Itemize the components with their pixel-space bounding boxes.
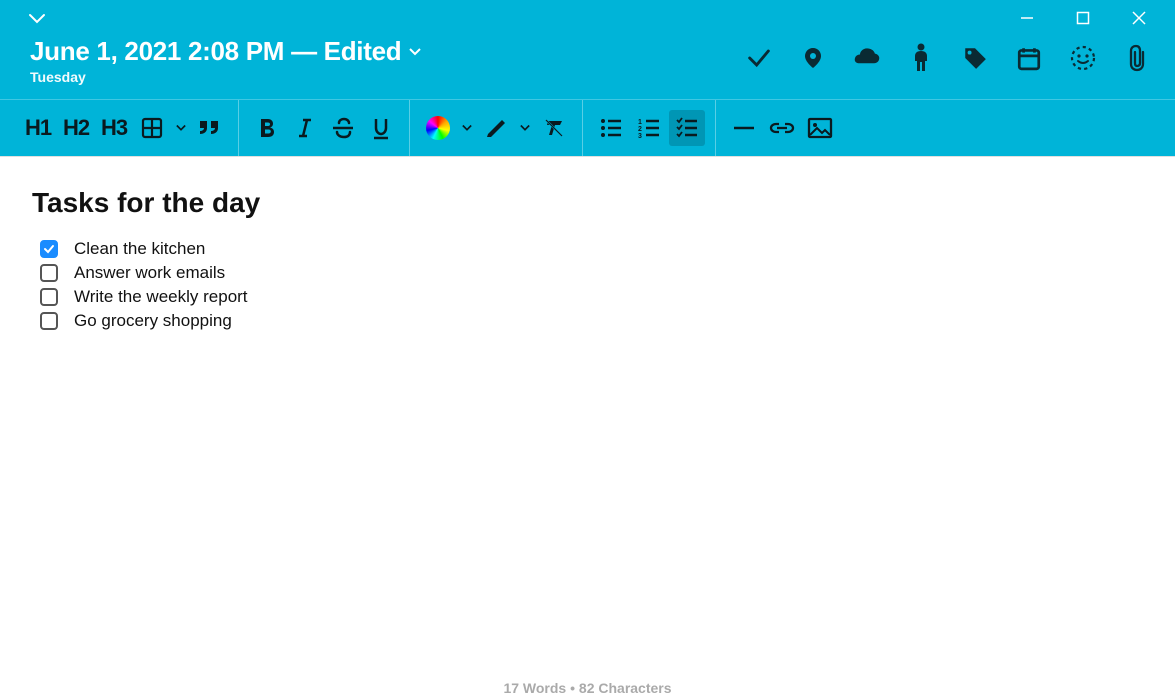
title-bar xyxy=(0,0,1175,36)
todo-item: Write the weekly report xyxy=(40,287,1143,307)
link-button[interactable] xyxy=(764,110,800,146)
todo-label: Go grocery shopping xyxy=(74,311,232,331)
maximize-button[interactable] xyxy=(1069,4,1097,32)
underline-button[interactable] xyxy=(363,110,399,146)
svg-text:2: 2 xyxy=(638,126,642,133)
todo-item: Answer work emails xyxy=(40,263,1143,283)
cloud-icon[interactable] xyxy=(853,44,881,72)
todo-label: Write the weekly report xyxy=(74,287,248,307)
horizontal-rule-button[interactable] xyxy=(726,110,762,146)
document-heading: Tasks for the day xyxy=(32,187,1143,219)
attachment-icon[interactable] xyxy=(1123,44,1151,72)
todo-checkbox[interactable] xyxy=(40,264,58,282)
image-button[interactable] xyxy=(802,110,838,146)
calendar-icon[interactable] xyxy=(1015,44,1043,72)
location-icon[interactable] xyxy=(799,44,827,72)
svg-text:1: 1 xyxy=(638,119,642,126)
quote-button[interactable] xyxy=(192,110,228,146)
highlight-button[interactable] xyxy=(478,110,514,146)
todo-list: Clean the kitchen Answer work emails Write… xyxy=(32,239,1143,331)
todo-item: Go grocery shopping xyxy=(40,311,1143,331)
entry-header: June 1, 2021 2:08 PM — Edited Tuesday xyxy=(0,36,1175,99)
table-dropdown-icon[interactable] xyxy=(172,120,190,136)
todo-label: Clean the kitchen xyxy=(74,239,205,259)
h1-button[interactable]: H1 xyxy=(20,110,56,146)
todo-checkbox[interactable] xyxy=(40,288,58,306)
emoji-icon[interactable] xyxy=(1069,44,1097,72)
char-count: 82 Characters xyxy=(579,680,672,696)
menu-chevron-icon[interactable] xyxy=(28,12,46,30)
checklist-button[interactable] xyxy=(669,110,705,146)
dropdown-icon xyxy=(409,48,421,56)
status-bar: 17 Words • 82 Characters xyxy=(0,674,1175,698)
text-color-button[interactable] xyxy=(420,110,456,146)
entry-title-button[interactable]: June 1, 2021 2:08 PM — Edited xyxy=(30,36,421,67)
word-count: 17 Words xyxy=(503,680,566,696)
h2-button[interactable]: H2 xyxy=(58,110,94,146)
done-icon[interactable] xyxy=(745,44,773,72)
editor-content[interactable]: Tasks for the day Clean the kitchen Answe… xyxy=(0,157,1175,674)
highlight-dropdown-icon[interactable] xyxy=(516,120,534,136)
person-icon[interactable] xyxy=(907,44,935,72)
todo-checkbox[interactable] xyxy=(40,312,58,330)
header-action-icons xyxy=(745,44,1151,72)
bold-button[interactable] xyxy=(249,110,285,146)
format-toolbar: H1 H2 H3 xyxy=(0,99,1175,157)
svg-text:3: 3 xyxy=(638,133,642,139)
strikethrough-button[interactable] xyxy=(325,110,361,146)
entry-subtitle: Tuesday xyxy=(30,69,421,85)
minimize-button[interactable] xyxy=(1013,4,1041,32)
close-button[interactable] xyxy=(1125,4,1153,32)
h3-button[interactable]: H3 xyxy=(96,110,132,146)
todo-label: Answer work emails xyxy=(74,263,225,283)
table-button[interactable] xyxy=(134,110,170,146)
italic-button[interactable] xyxy=(287,110,323,146)
entry-title-text: June 1, 2021 2:08 PM — Edited xyxy=(30,36,401,67)
clear-format-button[interactable] xyxy=(536,110,572,146)
todo-item: Clean the kitchen xyxy=(40,239,1143,259)
numbered-list-button[interactable]: 123 xyxy=(631,110,667,146)
tag-icon[interactable] xyxy=(961,44,989,72)
bullet-list-button[interactable] xyxy=(593,110,629,146)
text-color-dropdown-icon[interactable] xyxy=(458,120,476,136)
todo-checkbox[interactable] xyxy=(40,240,58,258)
